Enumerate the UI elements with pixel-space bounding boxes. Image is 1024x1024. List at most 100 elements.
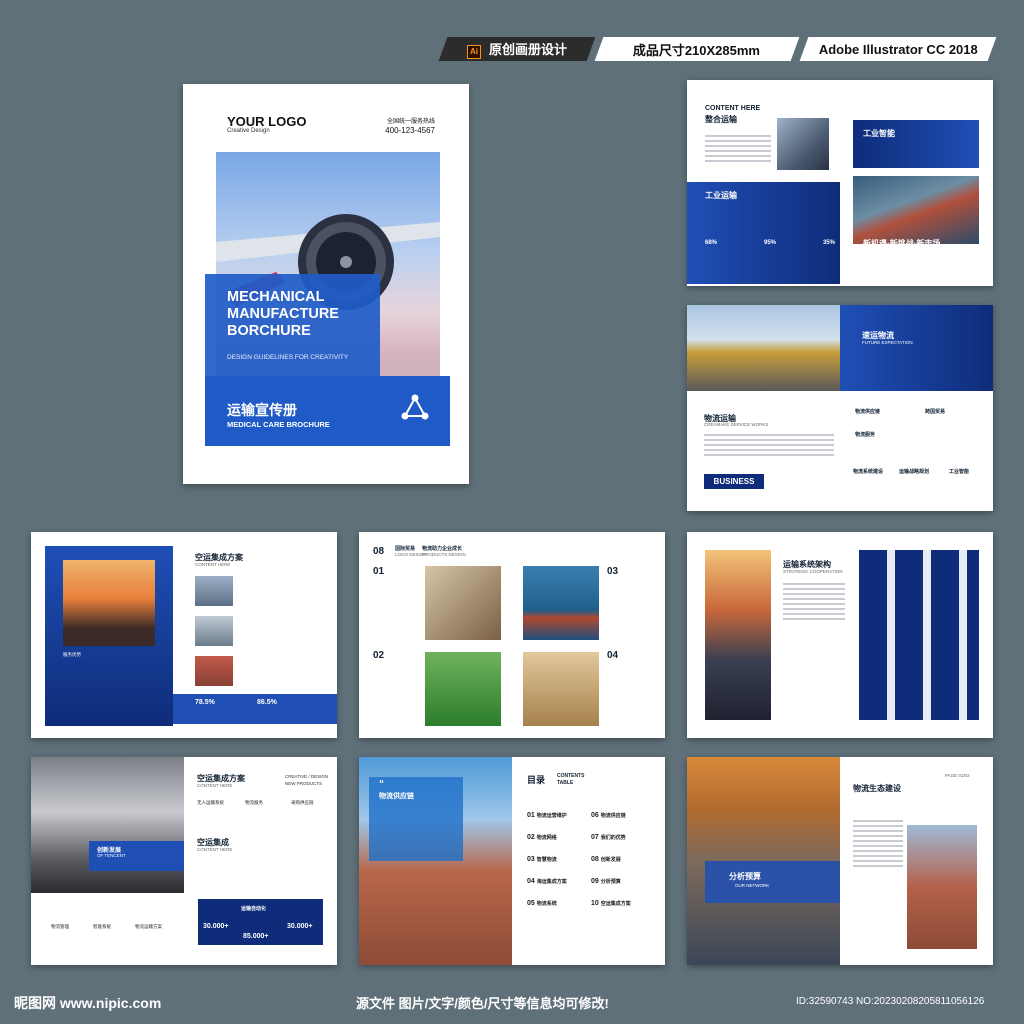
spread-international-trade: 08 国际贸易 LOGO DESIGN 物流助力企业成长 PRODUCTS DE… [359,532,665,738]
toc-num: 10 [591,900,599,907]
spread4-number: 04 [607,650,619,661]
spread4-right-heading: 物流助力企业成长 [422,546,463,552]
spread6-bottom-label: 物流运输方案 [135,924,162,929]
spread6-left-caption-en: OF TENCENT [97,853,126,858]
toc-num: 06 [591,812,599,819]
toc-label[interactable]: 我们的优势 [601,835,626,841]
toc-num: 08 [591,856,599,863]
footer-brand: 昵图网 www.nipic.com [14,995,162,1011]
spread7-toc: 目录 [527,775,546,785]
spread6-creative: CREATIVE / DESIGN [285,774,329,779]
spread5-text-lines [783,580,845,623]
spread-air-solutions: 服务优势 空运集成方案 CONTENT HERE 78.5% 86.5% [31,532,337,738]
toc-num: 09 [591,878,599,885]
toc-label[interactable]: 智慧物流 [537,857,557,863]
spread1-banner-sub: NEW OPPORTUNITIES, NEW CHALLENGE AND NEW… [863,248,969,252]
spread2-item: 物流服务 [855,432,876,438]
toc-num: 05 [527,900,535,907]
cover-hotline-label: 全国统一服务热线 [386,119,435,125]
design-badge-label: 原创画册设计 [488,42,567,57]
spread2-item: 跨国贸易 [925,409,946,415]
spread6-label: 物流服务 [245,800,263,805]
spread-express-logistics: 速运物流 FUTURE EXPECTATION 物流运输 CREAMAKE SE… [687,305,993,511]
spread8-heading: 物流生态建设 [853,784,901,793]
spread4-num: 08 [373,546,385,557]
toc-right-list: 06 物流供应链 07 我们的优势 08 创新发展 09 分析预算 10 空运集… [591,812,657,922]
trucks-photo [425,652,501,726]
spread4-heading: 国际贸易 [395,546,416,552]
cover-logo-sub: Creative Design [227,128,270,134]
spread-innovation: 创新发展 OF TENCENT 空运集成方案 CONTENT HERE CREA… [31,757,337,965]
toc-label[interactable]: 创新发展 [601,857,621,863]
cover-guide: DESIGN GUIDELINES FOR CREATIVITY [227,354,349,361]
cover-cn-title: 运输宣传册 [227,402,297,418]
spread4-right-heading-en: PRODUCTS DESIGN [422,552,466,557]
spread-integrated-transport: CONTENT HERE 整合运输 工业运输 68% 95% 35% 工业智能 … [687,80,993,286]
cover-subtitle: MEDICAL CARE BROCHURE [227,420,330,429]
illustrator-icon: Ai [466,45,481,59]
stat-value: 85.000+ [243,933,269,940]
contract-photo [425,566,501,640]
stat-value: 78.5% [195,699,215,706]
toc-num: 07 [591,834,599,841]
spread8-text-lines [853,817,903,870]
size-badge-label: 成品尺寸210X285mm [633,42,761,58]
spread2-heading-en: FUTURE EXPECTATION [862,340,913,345]
toc-num: 03 [527,856,535,863]
bridge-photo [195,616,233,646]
spread4-number: 03 [607,566,619,577]
toc-num: 02 [527,834,535,841]
toc-label[interactable]: 海运集成方案 [537,879,567,885]
warehouse-photo [523,652,599,726]
spread-logistics-ecology: 分析预算 OUR NETWORK 物流生态建设 PAGE 01/02 [687,757,993,965]
spread-transport-architecture: 运输系统架构 STRATEGIC COOPERATION [687,532,993,738]
spread8-blue-box [705,861,840,903]
network-triangle-icon [401,394,429,420]
train-interior-photo [31,757,184,893]
container-ship-photo [523,566,599,640]
train-photo [687,305,840,391]
spread3-left-caption: 服务优势 [63,652,81,657]
spread2-item: 工业智能 [949,469,970,475]
stat-value: 68% [705,240,718,246]
containers-photo [195,656,233,686]
spread1-content-here: CONTENT HERE [705,105,761,112]
spread4-number: 02 [373,650,385,661]
spread7-toc-en: CONTENTS [557,773,585,779]
spread2-item: 运输战略规划 [899,469,930,475]
spread5-heading-en: STRATEGIC COOPERATION [783,569,843,574]
truck-road-photo [705,550,771,720]
ship-photo [195,576,233,606]
toc-label[interactable]: 物流供应链 [601,813,626,819]
spread2-text-lines [704,431,834,459]
stat-value: 30.000+ [203,923,229,930]
toc-label[interactable]: 空运集成方案 [601,901,631,907]
size-badge: 成品尺寸210X285mm [594,37,800,61]
spread6-creative-sub: NEW PRODUCTS [285,781,322,786]
toc-label[interactable]: 分析预算 [601,879,621,885]
toc-label[interactable]: 物流运营维护 [537,813,567,819]
toc-left-list: 01 物流运营维护 02 物流网络 03 智慧物流 04 海运集成方案 05 物… [527,812,593,922]
spread1-right-heading: 工业智能 [863,129,895,138]
toc-label[interactable]: 物流网络 [537,835,557,841]
spread8-page: PAGE 01/02 [945,773,970,778]
spread5-grid-tiles [859,550,979,720]
cover-title: MECHANICAL MANUFACTURE BORCHURE [227,289,339,339]
spread6-bottom-label: 物流管理 [51,924,69,929]
spread6-box-title: 运输自动化 [241,906,267,912]
spread6-bottom-label: 智能系统 [93,924,111,929]
containers-yard-photo [907,825,977,949]
spread8-box-title: 分析预算 [729,872,761,881]
spread-contents: “ 物流供应链 目录 CONTENTS TABLE 01 物流运营维护 02 物… [359,757,665,965]
truck-photo [777,118,829,170]
software-badge-label: Adobe Illustrator CC 2018 [818,41,978,57]
stat-value: 86.5% [257,699,277,706]
business-label: BUSINESS [704,474,764,489]
stat-value: 35% [822,240,835,246]
spread6-label: 无人运输系统 [197,800,224,805]
toc-num: 01 [527,812,535,819]
spread2-left-heading-en: CREAMAKE SERVICE WORKS [704,422,769,427]
toc-label[interactable]: 物流系统 [537,901,557,907]
spread1-box-heading: 工业运输 [705,191,737,200]
spread1-cn-heading: 整合运输 [705,115,737,124]
